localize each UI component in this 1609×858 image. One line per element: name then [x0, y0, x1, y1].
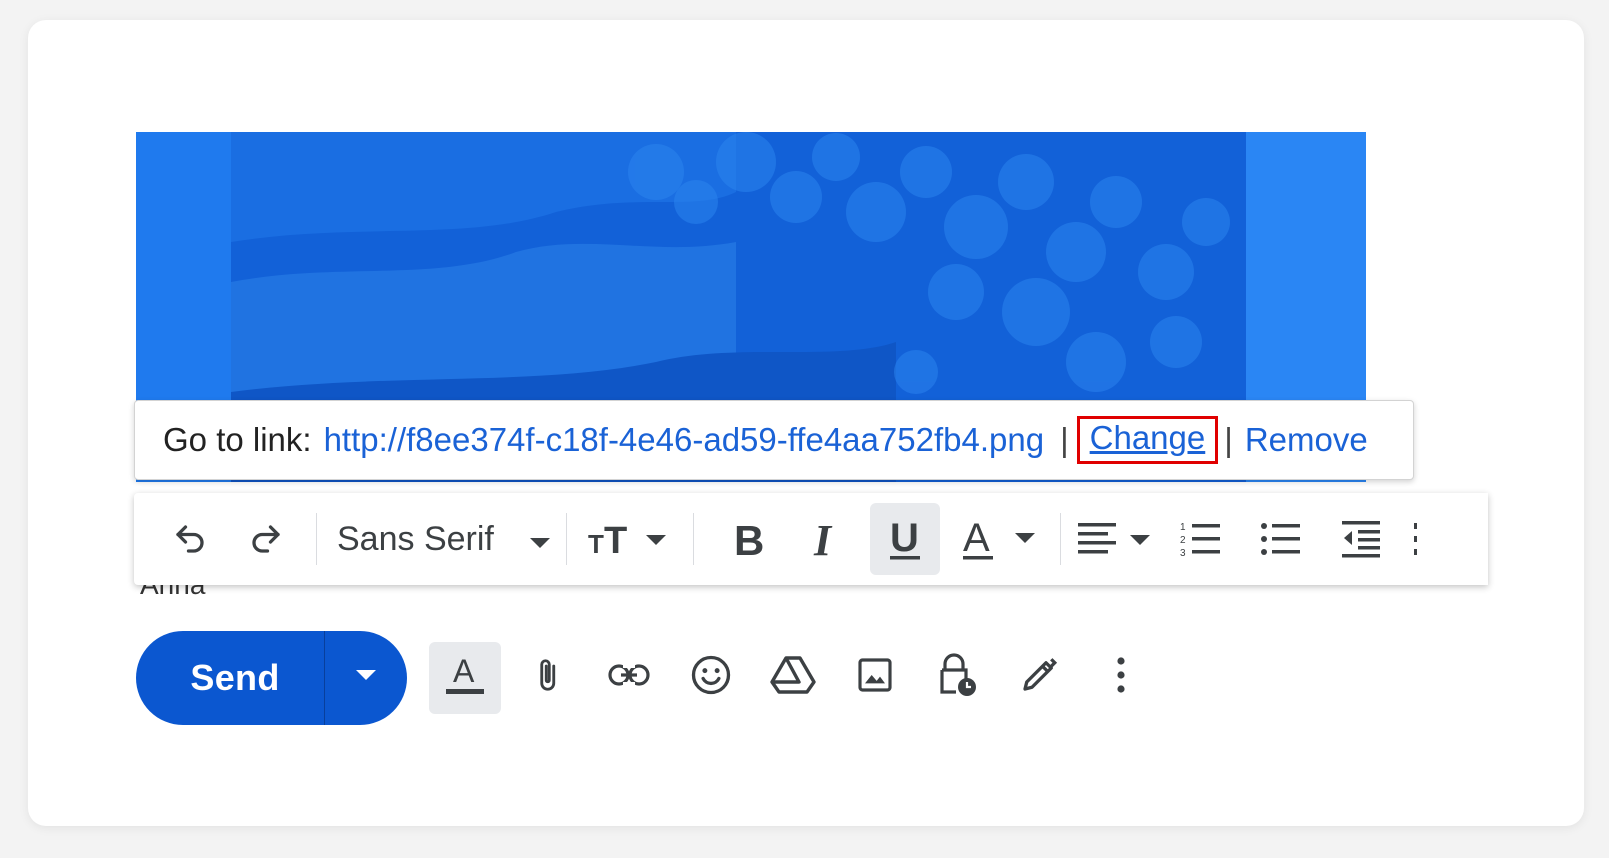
- align-icon: [1076, 519, 1156, 559]
- bold-icon: B: [730, 517, 770, 561]
- insert-photo-button[interactable]: [839, 642, 911, 714]
- send-button-group: Send: [136, 630, 407, 725]
- link-prefix-label: Go to link:: [163, 421, 312, 458]
- chevron-down-icon: [354, 668, 378, 687]
- indent-less-icon: [1340, 518, 1382, 560]
- more-vert-icon: [1412, 519, 1420, 559]
- insert-photo-icon: [855, 655, 895, 700]
- change-link-highlight: Change: [1076, 416, 1219, 464]
- indent-less-button[interactable]: [1321, 503, 1401, 575]
- text-size-icon: TT: [588, 519, 672, 559]
- signature-icon: [1018, 654, 1060, 701]
- emoji-icon: [690, 654, 732, 701]
- svg-text:U: U: [890, 516, 919, 560]
- link-bubble: Go to link: http://f8ee374f-c18f-4e46-ad…: [134, 400, 1414, 480]
- insert-emoji-button[interactable]: [675, 642, 747, 714]
- text-color-icon: A: [959, 515, 1043, 563]
- formatting-options-button[interactable]: A: [429, 641, 501, 714]
- send-button[interactable]: Send: [136, 631, 324, 725]
- numbered-list-button[interactable]: 1 2 3: [1161, 503, 1241, 575]
- more-formatting-button[interactable]: [1401, 503, 1431, 575]
- redo-icon: [248, 521, 284, 557]
- go-to-link-url[interactable]: http://f8ee374f-c18f-4e46-ad59-ffe4aa752…: [324, 421, 1044, 459]
- text-color-button[interactable]: A: [952, 503, 1050, 575]
- google-drive-icon: [770, 655, 816, 700]
- font-family-select[interactable]: Sans Serif: [327, 503, 556, 575]
- confidential-mode-icon: [936, 652, 978, 703]
- underline-icon: U: [885, 515, 925, 563]
- numbered-list-icon: 1 2 3: [1180, 519, 1222, 559]
- toolbar-divider: [692, 513, 694, 565]
- compose-bottom-bar: Send A: [136, 630, 1136, 725]
- attach-file-button[interactable]: [511, 642, 583, 714]
- svg-text:T: T: [588, 529, 604, 559]
- separator: |: [1224, 421, 1233, 458]
- formatting-options-icon: A: [444, 652, 486, 703]
- italic-icon: I: [810, 517, 850, 561]
- remove-link-button[interactable]: Remove: [1245, 421, 1368, 459]
- font-name-label: Sans Serif: [337, 519, 494, 558]
- svg-text:B: B: [734, 517, 764, 561]
- chevron-down-icon: [528, 520, 552, 559]
- separator: |: [1060, 421, 1069, 458]
- google-drive-button[interactable]: [757, 642, 829, 714]
- svg-text:A: A: [453, 653, 475, 689]
- insert-link-icon: [608, 660, 650, 695]
- align-button[interactable]: [1071, 503, 1161, 575]
- message-body-fragment[interactable]: Anna: [136, 582, 1028, 608]
- change-link-button[interactable]: Change: [1090, 419, 1206, 456]
- toolbar-divider: [316, 513, 317, 565]
- svg-text:3: 3: [1180, 548, 1186, 559]
- underline-button[interactable]: U: [869, 503, 940, 575]
- undo-button[interactable]: [154, 503, 226, 575]
- italic-button[interactable]: I: [790, 503, 870, 575]
- formatting-toolbar: Sans Serif TT B I U A 1 2 3: [134, 493, 1488, 585]
- undo-icon: [172, 521, 208, 557]
- toolbar-divider: [1059, 513, 1061, 565]
- svg-text:T: T: [604, 520, 627, 559]
- send-options-button[interactable]: [325, 631, 407, 725]
- redo-button[interactable]: [226, 503, 306, 575]
- text-size-button[interactable]: TT: [577, 503, 683, 575]
- more-options-icon: [1116, 656, 1126, 699]
- bulleted-list-icon: [1260, 519, 1302, 559]
- insert-signature-button[interactable]: [1003, 642, 1075, 714]
- insert-link-button[interactable]: [593, 642, 665, 714]
- toolbar-divider: [565, 513, 567, 565]
- more-options-button[interactable]: [1085, 642, 1157, 714]
- attach-file-icon: [529, 655, 565, 700]
- bulleted-list-button[interactable]: [1241, 503, 1321, 575]
- svg-text:A: A: [963, 516, 990, 560]
- svg-text:2: 2: [1180, 535, 1186, 546]
- svg-text:I: I: [813, 517, 833, 561]
- bold-button[interactable]: B: [710, 503, 790, 575]
- confidential-mode-button[interactable]: [921, 642, 993, 714]
- svg-text:1: 1: [1180, 522, 1186, 533]
